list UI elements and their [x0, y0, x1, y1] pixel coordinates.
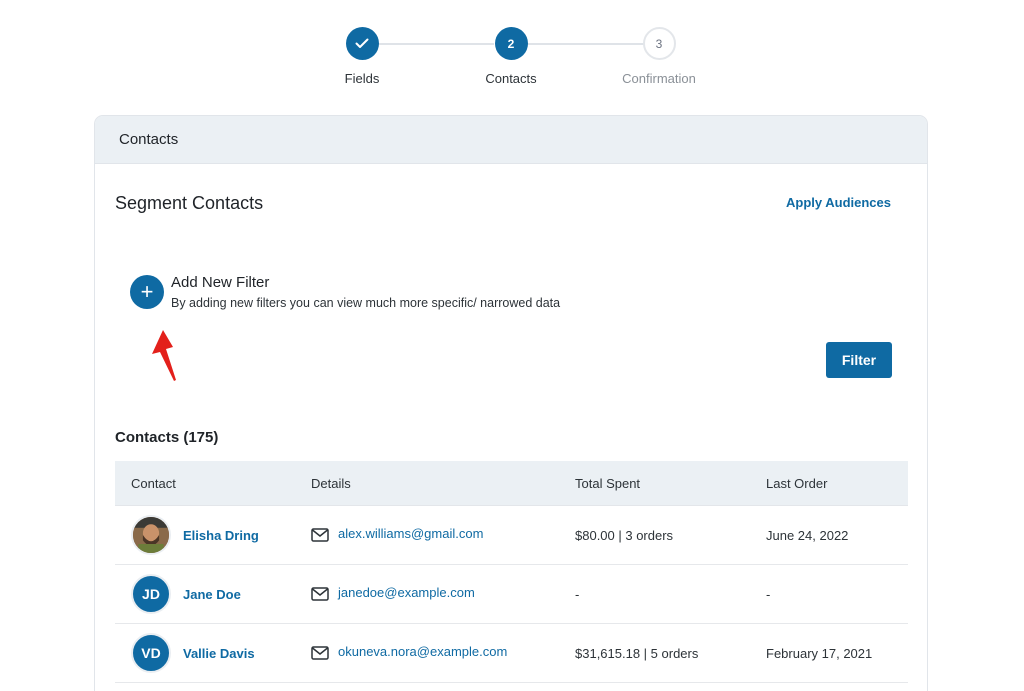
last-order-date: June 24, 2022 [766, 527, 849, 543]
avatar-photo-icon [133, 517, 169, 553]
last-order-date: - [766, 586, 771, 602]
mail-icon [311, 528, 329, 542]
contacts-card: Contacts Segment Contacts Apply Audience… [94, 115, 928, 691]
progress-stepper: Fields 2 Contacts 3 Confirmation [0, 27, 1024, 87]
card-header: Contacts [95, 116, 927, 164]
red-arrow-annotation [152, 330, 176, 381]
contacts-table: Contact Details Total Spent Last Order E… [115, 461, 908, 683]
contact-name-link[interactable]: Elisha Dring [183, 528, 259, 543]
step-number: 2 [494, 27, 528, 60]
mail-icon [311, 646, 329, 660]
contact-name-link[interactable]: Vallie Davis [183, 646, 255, 661]
plus-icon: + [140, 279, 154, 304]
column-header-last-order: Last Order [766, 475, 828, 491]
table-row[interactable]: Elisha Dring alex.williams@gmail.com $80… [115, 506, 908, 565]
total-spent: $80.00 | 3 orders [575, 527, 674, 543]
avatar[interactable] [131, 515, 171, 555]
total-spent: - [575, 586, 580, 602]
contacts-count-heading: Contacts (175) [115, 429, 219, 446]
step-label: Confirmation [622, 71, 696, 86]
segment-contacts-title: Segment Contacts [115, 193, 264, 213]
step-confirmation[interactable]: 3 Confirmation [599, 27, 719, 86]
step-label: Contacts [485, 71, 537, 86]
step-label: Fields [344, 71, 380, 86]
table-header: Contact Details Total Spent Last Order [115, 461, 908, 506]
step-complete-check-icon [345, 27, 379, 60]
step-fields[interactable]: Fields [302, 27, 422, 86]
add-filter-description: By adding new filters you can view much … [171, 296, 561, 310]
avatar[interactable]: VD [131, 633, 171, 673]
apply-audiences-link[interactable]: Apply Audiences [786, 195, 891, 210]
contact-email-link[interactable]: janedoe@example.com [338, 585, 475, 600]
contact-email-link[interactable]: alex.williams@gmail.com [338, 526, 483, 541]
add-filter-title[interactable]: Add New Filter [171, 274, 269, 291]
mail-icon [311, 587, 329, 601]
add-filter-button[interactable]: + [130, 275, 164, 309]
filter-button[interactable]: Filter [826, 342, 892, 378]
total-spent: $31,615.18 | 5 orders [575, 645, 699, 661]
table-row[interactable]: VD Vallie Davis okuneva.nora@example.com… [115, 624, 908, 683]
column-header-total-spent: Total Spent [575, 475, 641, 491]
column-header-contact: Contact [131, 475, 176, 491]
column-header-details: Details [311, 475, 351, 491]
contact-email-link[interactable]: okuneva.nora@example.com [338, 644, 507, 659]
table-row[interactable]: JD Jane Doe janedoe@example.com - - [115, 565, 908, 624]
step-contacts[interactable]: 2 Contacts [451, 27, 571, 86]
avatar[interactable]: JD [131, 574, 171, 614]
step-number: 3 [642, 27, 676, 60]
last-order-date: February 17, 2021 [766, 645, 873, 661]
contact-name-link[interactable]: Jane Doe [183, 587, 241, 602]
